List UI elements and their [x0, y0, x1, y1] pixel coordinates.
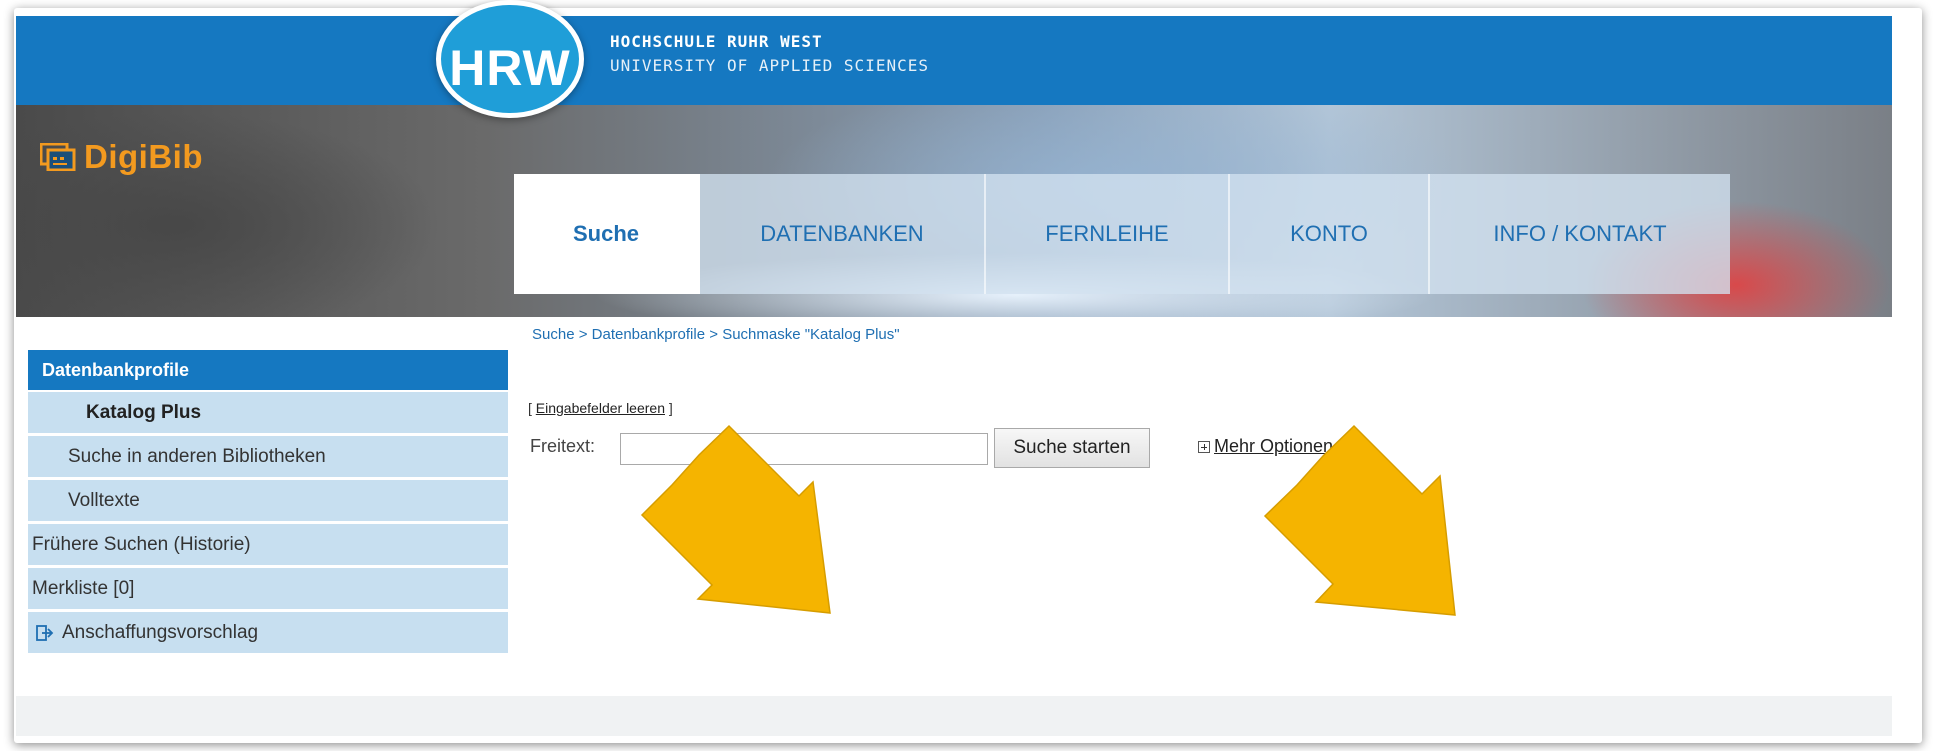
- arrow-to-freitext-icon: [640, 424, 831, 614]
- annotation-arrows: [640, 424, 1456, 616]
- footer-bar: [16, 696, 1892, 736]
- arrow-to-mehr-optionen-icon: [1263, 424, 1456, 616]
